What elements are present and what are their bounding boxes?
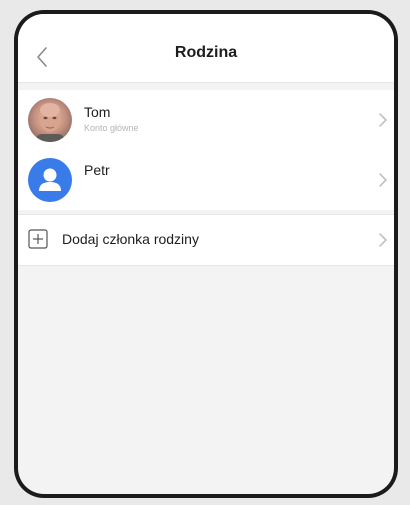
member-role: Konto główne xyxy=(84,123,139,133)
add-member-label: Dodaj członka rodziny xyxy=(62,231,199,247)
avatar xyxy=(28,98,72,142)
page-title: Rodzina xyxy=(174,44,238,61)
add-family-member-button[interactable]: Dodaj członka rodziny xyxy=(18,215,394,265)
avatar-photo-icon xyxy=(36,103,64,142)
nav-bar: Rodzina xyxy=(18,14,394,83)
chevron-right-icon xyxy=(379,233,387,247)
add-member-section: Dodaj członka rodziny xyxy=(18,214,394,266)
member-name: Tom xyxy=(84,104,111,120)
avatar xyxy=(28,158,72,202)
family-members-list: Tom Konto główne Petr xyxy=(18,90,394,210)
default-user-icon xyxy=(39,168,61,191)
plus-box-icon xyxy=(28,229,48,249)
chevron-right-icon xyxy=(379,173,387,187)
list-item-member-petr[interactable]: Petr xyxy=(18,150,394,210)
member-name: Petr xyxy=(84,162,110,178)
app-screen: Rodzina Tom Konto główne Petr Dodaj czło… xyxy=(18,14,394,494)
device-frame: Rodzina Tom Konto główne Petr Dodaj czło… xyxy=(14,10,398,498)
list-item-member-tom[interactable]: Tom Konto główne xyxy=(18,90,394,150)
chevron-right-icon xyxy=(379,113,387,127)
